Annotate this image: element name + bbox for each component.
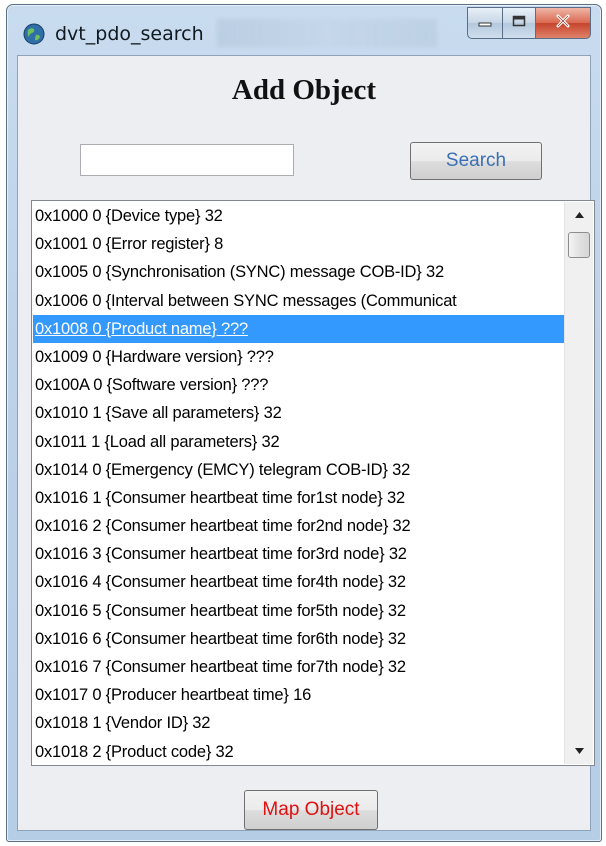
object-list: 0x1000 0 {Device type} 32 0x1001 0 {Error…: [33, 202, 565, 764]
list-item[interactable]: 0x1016 2 {Consumer heartbeat time for2nd…: [33, 512, 565, 540]
minimize-icon: [478, 14, 492, 32]
list-item[interactable]: 0x1016 4 {Consumer heartbeat time for4th…: [33, 568, 565, 596]
list-item[interactable]: 0x1016 7 {Consumer heartbeat time for7th…: [33, 653, 565, 681]
list-item[interactable]: 0x1018 2 {Product code} 32: [33, 738, 565, 764]
search-button[interactable]: Search: [410, 142, 542, 180]
blurred-taskbar-background: [217, 19, 437, 47]
dialog-window: dvt_pdo_search Add Object Search 0x1000 …: [6, 4, 602, 842]
close-icon: [555, 14, 571, 33]
vertical-scrollbar[interactable]: [564, 202, 593, 764]
dialog-body: Add Object Search 0x1000 0 {Device type}…: [17, 55, 595, 831]
list-item[interactable]: 0x1018 1 {Vendor ID} 32: [33, 709, 565, 737]
dialog-heading: Add Object: [231, 74, 377, 106]
map-object-button[interactable]: Map Object: [244, 790, 378, 830]
close-button[interactable]: [535, 7, 591, 39]
list-item[interactable]: 0x1017 0 {Producer heartbeat time} 16: [33, 681, 565, 709]
maximize-button[interactable]: [502, 7, 535, 39]
scroll-down-button[interactable]: [565, 738, 593, 764]
list-item[interactable]: 0x100A 0 {Software version} ???: [33, 371, 565, 399]
globe-icon: [23, 23, 45, 45]
list-item[interactable]: 0x1006 0 {Interval between SYNC messages…: [33, 287, 565, 315]
list-item[interactable]: 0x1016 6 {Consumer heartbeat time for6th…: [33, 625, 565, 653]
search-input[interactable]: [80, 144, 294, 176]
title-bar[interactable]: dvt_pdo_search: [7, 5, 601, 55]
scroll-up-arrow-icon: [574, 209, 584, 221]
list-item[interactable]: 0x1001 0 {Error register} 8: [33, 230, 565, 258]
window-title: dvt_pdo_search: [55, 23, 204, 45]
scroll-down-arrow-icon: [574, 745, 584, 757]
minimize-button[interactable]: [467, 7, 502, 39]
list-item[interactable]: 0x1000 0 {Device type} 32: [33, 202, 565, 230]
list-item-selected[interactable]: 0x1008 0 {Product name} ???: [33, 314, 565, 343]
scroll-up-button[interactable]: [565, 202, 593, 228]
list-item[interactable]: 0x1009 0 {Hardware version} ???: [33, 343, 565, 371]
list-item[interactable]: 0x1016 5 {Consumer heartbeat time for5th…: [33, 597, 565, 625]
window-controls: [467, 7, 591, 39]
list-item[interactable]: 0x1014 0 {Emergency (EMCY) telegram COB-…: [33, 456, 565, 484]
list-item[interactable]: 0x1005 0 {Synchronisation (SYNC) message…: [33, 258, 565, 286]
list-item[interactable]: 0x1016 3 {Consumer heartbeat time for3rd…: [33, 540, 565, 568]
maximize-icon: [512, 14, 526, 32]
list-item[interactable]: 0x1011 1 {Load all parameters} 32: [33, 428, 565, 456]
list-item[interactable]: 0x1016 1 {Consumer heartbeat time for1st…: [33, 484, 565, 512]
object-listbox[interactable]: 0x1000 0 {Device type} 32 0x1001 0 {Error…: [31, 200, 595, 766]
list-item[interactable]: 0x1010 1 {Save all parameters} 32: [33, 399, 565, 427]
scrollbar-thumb[interactable]: [568, 232, 590, 258]
